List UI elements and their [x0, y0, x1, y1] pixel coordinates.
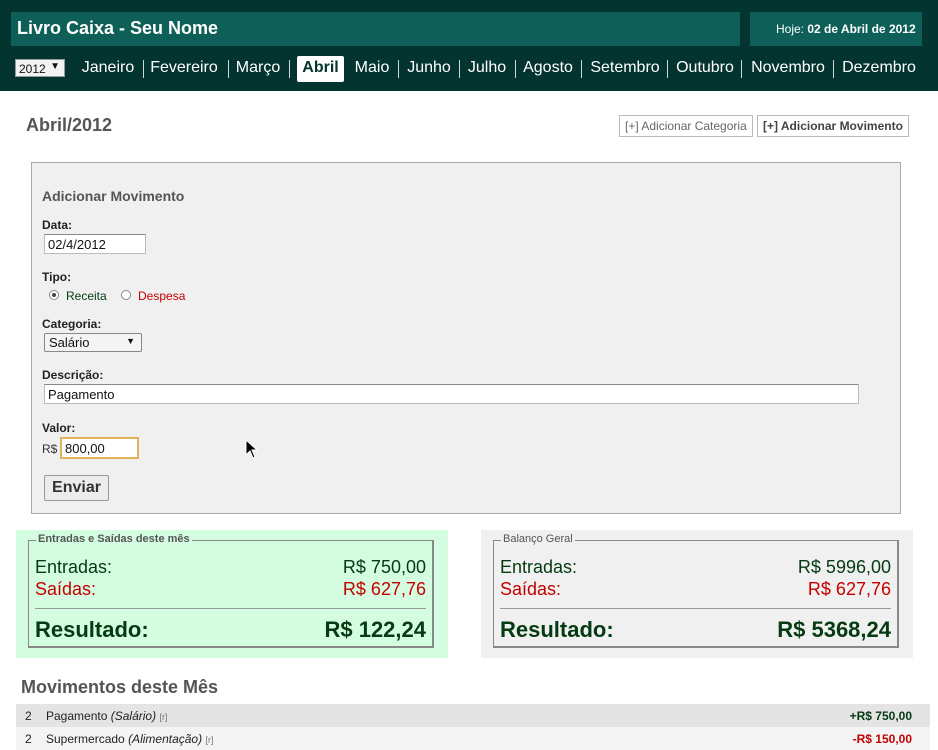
today-text: Hoje: 02 de Abril de 2012: [776, 22, 916, 36]
type-income-label[interactable]: Receita: [66, 289, 107, 303]
add-category-button[interactable]: [+] Adicionar Categoria: [619, 115, 753, 137]
table-row: 2 Supermercado (Alimentação) [r] -R$ 150…: [16, 727, 930, 750]
month-tab-dezembro[interactable]: Dezembro: [840, 56, 918, 82]
month-income-label: Entradas:: [35, 557, 113, 577]
general-balance-legend: Balanço Geral: [501, 533, 575, 545]
general-balance-fieldset: Balanço Geral Entradas: R$ 5996,00 Saída…: [493, 533, 899, 648]
row-description: Pagamento: [46, 709, 108, 723]
month-tab-janeiro[interactable]: Janeiro: [74, 56, 142, 82]
month-separator: [459, 60, 460, 78]
month-tab-agosto[interactable]: Agosto: [520, 56, 576, 82]
type-income-radio[interactable]: [49, 290, 59, 300]
month-separator: [667, 60, 668, 78]
month-tab-abril[interactable]: Abril: [297, 56, 344, 82]
today-label: Hoje:: [776, 22, 805, 36]
month-separator: [398, 60, 399, 78]
month-summary-panel: Entradas e Saídas deste mês Entradas: R$…: [16, 530, 448, 658]
balance-income-value: R$ 5996,00: [797, 557, 891, 577]
category-label: Categoria:: [42, 317, 102, 331]
month-tab-junho[interactable]: Junho: [403, 56, 455, 82]
year-value: 2012: [19, 62, 46, 76]
month-tab-outubro[interactable]: Outubro: [674, 56, 736, 82]
description-field[interactable]: Pagamento: [44, 384, 859, 404]
month-tab-marco[interactable]: Março: [231, 56, 285, 82]
app-title-bar: Livro Caixa - Seu Nome: [11, 12, 740, 46]
chevron-down-icon: ▼: [126, 336, 135, 346]
general-balance-panel: Balanço Geral Entradas: R$ 5996,00 Saída…: [481, 530, 913, 658]
month-separator: [289, 60, 290, 78]
app-title: Livro Caixa - Seu Nome: [17, 18, 219, 38]
month-tab-setembro[interactable]: Setembro: [588, 56, 662, 82]
month-expense-label: Saídas:: [35, 579, 97, 599]
mouse-pointer-icon: [245, 439, 259, 459]
description-label: Descrição:: [42, 368, 104, 382]
category-select[interactable]: Salário ▼: [44, 333, 142, 352]
divider: [500, 608, 891, 609]
add-movement-button[interactable]: [+] Adicionar Movimento: [757, 115, 909, 137]
month-separator: [741, 60, 742, 78]
month-expense-value: R$ 627,76: [342, 579, 426, 599]
value-label: Valor:: [42, 421, 76, 435]
type-expense-label[interactable]: Despesa: [138, 289, 185, 303]
row-description-group: Pagamento (Salário) [r]: [46, 709, 167, 723]
category-value: Salário: [49, 335, 90, 350]
month-summary-fieldset: Entradas e Saídas deste mês Entradas: R$…: [28, 533, 434, 648]
month-separator: [581, 60, 582, 78]
type-label: Tipo:: [42, 270, 72, 284]
row-edit-link[interactable]: [r]: [159, 712, 167, 722]
month-separator: [143, 60, 144, 78]
balance-expense-value: R$ 627,76: [807, 579, 891, 599]
month-separator: [228, 60, 229, 78]
table-row: 2 Pagamento (Salário) [r] +R$ 750,00: [16, 704, 930, 727]
month-tab-novembro[interactable]: Novembro: [748, 56, 828, 82]
balance-income-label: Entradas:: [500, 557, 578, 577]
month-separator: [515, 60, 516, 78]
today-value: 02 de Abril de 2012: [807, 22, 916, 36]
divider: [35, 608, 426, 609]
today-box: Hoje: 02 de Abril de 2012: [750, 12, 922, 46]
balance-result-value: R$ 5368,24: [777, 617, 891, 642]
balance-result-label: Resultado:: [500, 617, 614, 642]
row-day: 2: [25, 709, 32, 723]
year-select[interactable]: 2012 ▼: [15, 59, 65, 77]
date-label: Data:: [42, 218, 73, 232]
submit-button[interactable]: Enviar: [44, 475, 109, 501]
form-title: Adicionar Movimento: [42, 188, 185, 204]
top-header: Livro Caixa - Seu Nome Hoje: 02 de Abril…: [0, 0, 938, 91]
currency-symbol: R$: [42, 442, 58, 456]
row-amount: +R$ 750,00: [849, 709, 912, 723]
month-result-value: R$ 122,24: [324, 617, 426, 642]
date-field[interactable]: 02/4/2012: [44, 234, 146, 254]
month-tab-fevereiro[interactable]: Fevereiro: [146, 56, 222, 82]
month-income-value: R$ 750,00: [342, 557, 426, 577]
value-field[interactable]: 800,00: [60, 437, 139, 459]
chevron-down-icon: ▼: [50, 61, 60, 72]
month-tab-julho[interactable]: Julho: [463, 56, 511, 82]
balance-expense-label: Saídas:: [500, 579, 562, 599]
month-separator: [833, 60, 834, 78]
month-tab-maio[interactable]: Maio: [350, 56, 394, 82]
add-movement-form: Adicionar Movimento Data: 02/4/2012 Tipo…: [31, 162, 901, 514]
page-title: Abril/2012: [26, 115, 113, 135]
row-category: (Salário): [110, 709, 157, 723]
month-summary-legend: Entradas e Saídas deste mês: [36, 533, 192, 545]
month-result-label: Resultado:: [35, 617, 149, 642]
movements-title: Movimentos deste Mês: [21, 677, 219, 697]
type-expense-radio[interactable]: [121, 290, 131, 300]
